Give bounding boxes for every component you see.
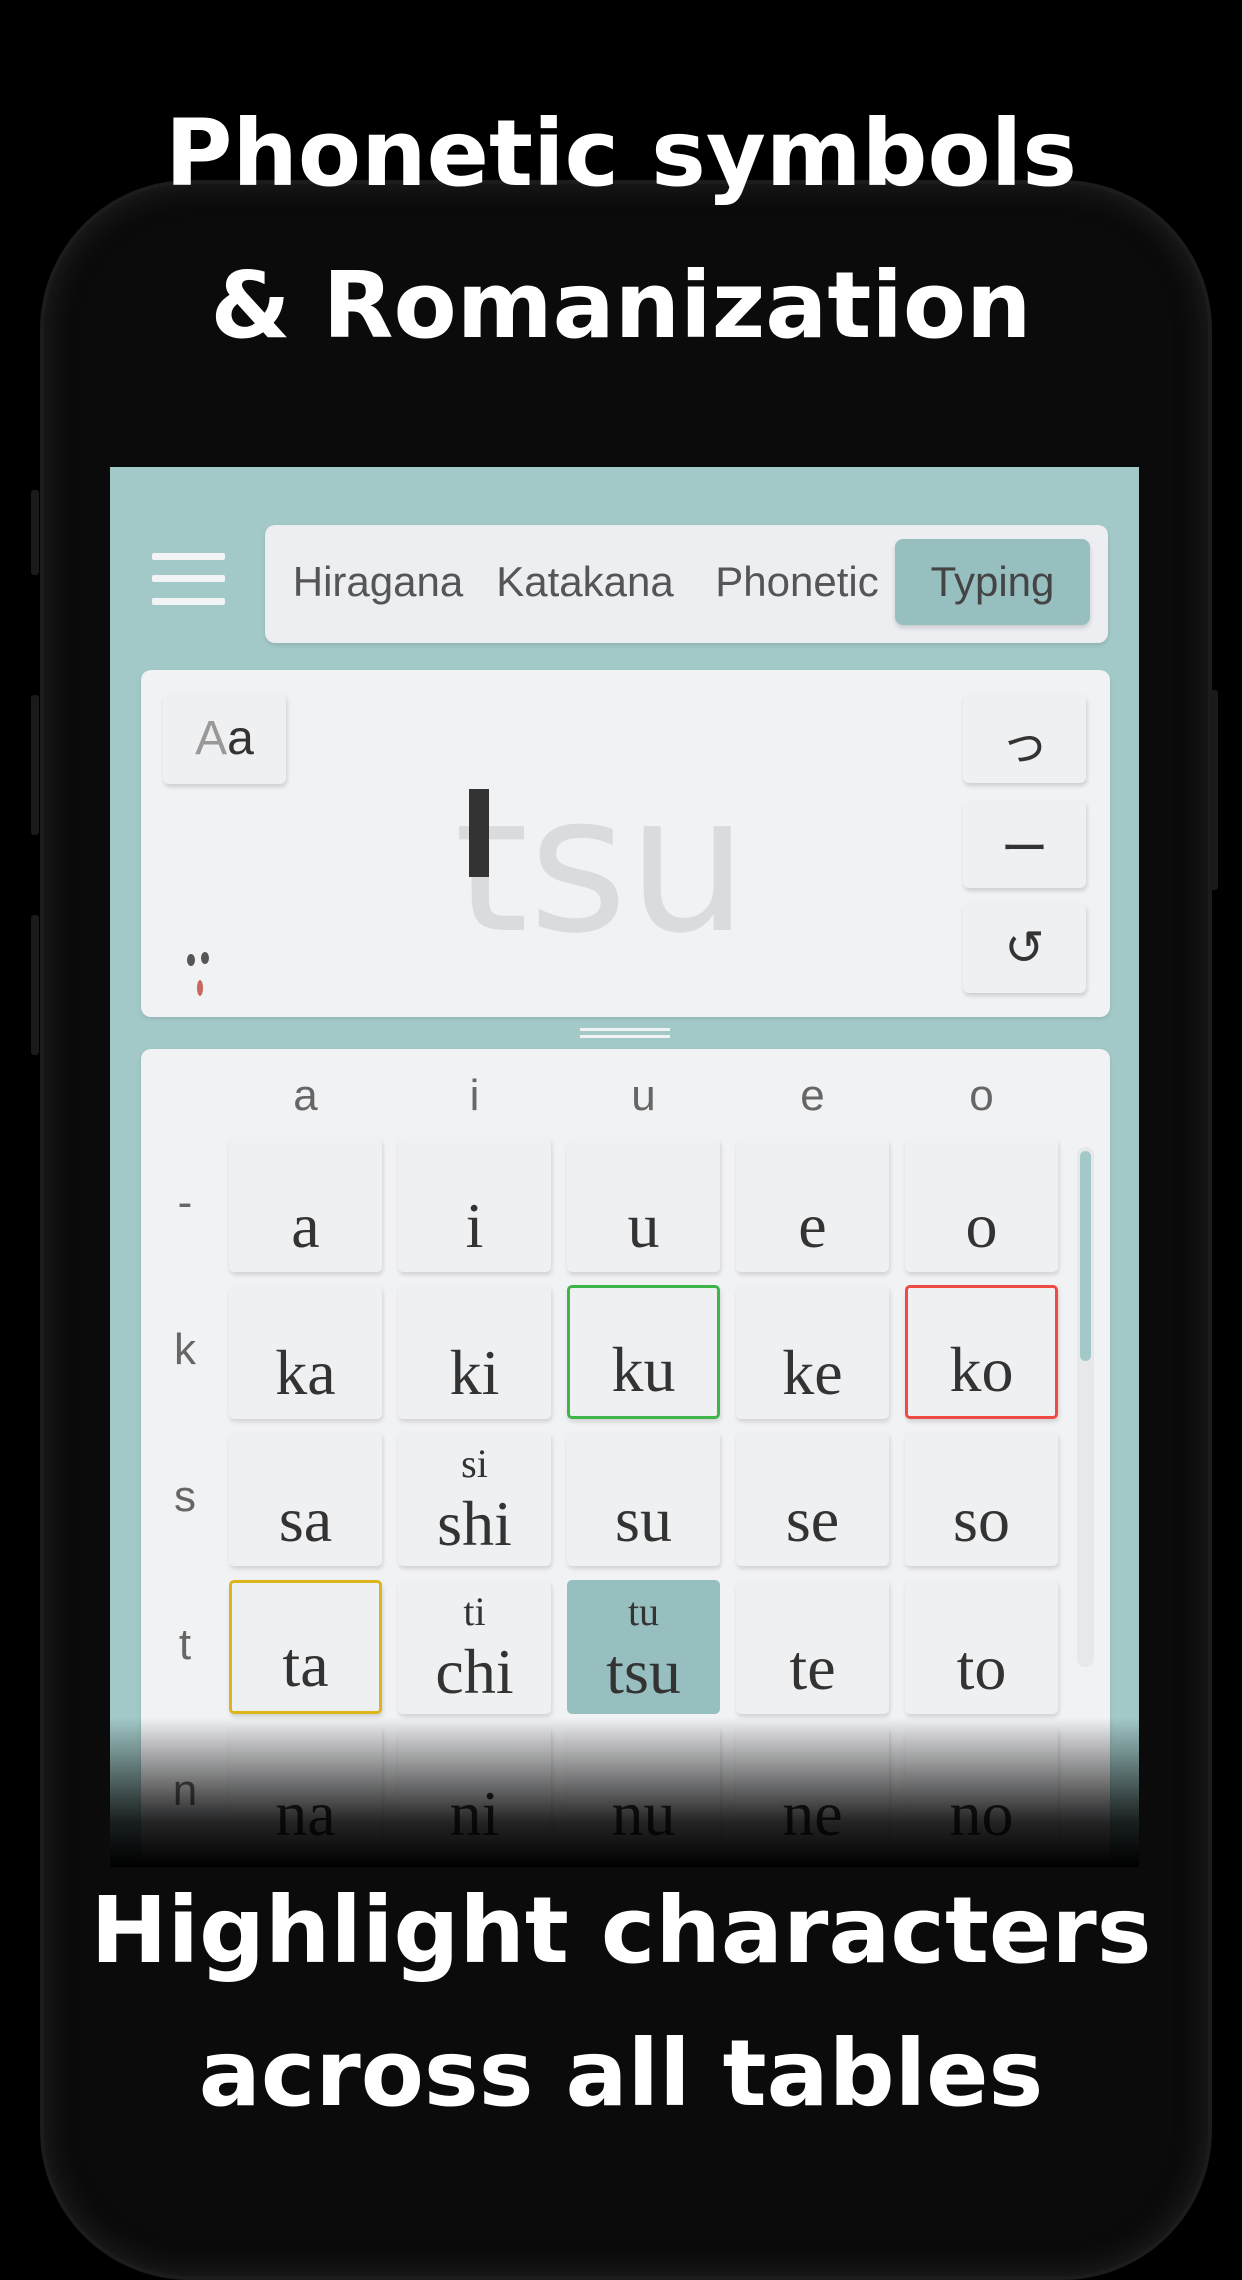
menu-icon[interactable] [152, 553, 225, 605]
column-header: e [800, 1071, 825, 1120]
cell-romaji: a [291, 1190, 320, 1261]
cell-romaji: su [615, 1484, 672, 1555]
column-header: i [469, 1071, 480, 1120]
tab-katakana[interactable]: Katakana [485, 539, 685, 625]
bottom-fade [110, 1717, 1139, 1867]
cell-romaji: ke [782, 1337, 843, 1408]
headline-bottom-1: Highlight characters [90, 1877, 1152, 1984]
cell-romaji: to [956, 1632, 1007, 1703]
cell-romaji: te [789, 1632, 836, 1703]
column-header: u [631, 1071, 656, 1120]
typed-text[interactable]: tsu [441, 770, 761, 960]
cell-romaji: ka [275, 1337, 336, 1408]
kana-cell-se[interactable]: se [736, 1432, 889, 1566]
kana-cell-ku[interactable]: ku [567, 1285, 720, 1419]
column-header: a [293, 1071, 318, 1120]
cell-romaji: sa [278, 1484, 333, 1555]
phone-side-button [1210, 690, 1218, 890]
kana-cell-ko[interactable]: ko [905, 1285, 1058, 1419]
phone-side-button [31, 490, 39, 575]
cell-romaji: u [627, 1190, 660, 1261]
kana-cell-ki[interactable]: ki [398, 1285, 551, 1419]
scrollbar[interactable] [1077, 1147, 1094, 1667]
cell-alt-romaji: tu [627, 1589, 660, 1634]
column-header: o [969, 1071, 994, 1120]
case-upper: A [195, 712, 228, 765]
text-caret [469, 789, 489, 877]
row-header: k [174, 1325, 196, 1374]
kana-label: っ [1000, 717, 1049, 771]
kana-cell-o[interactable]: o [905, 1138, 1058, 1272]
typing-panel: Aa tsu っ ー ↺ [141, 670, 1110, 1017]
headline-bottom-2: across all tables [198, 2020, 1044, 2127]
kana-cell-te[interactable]: te [736, 1580, 889, 1714]
long-vowel-button[interactable]: ー [963, 800, 1086, 888]
cell-romaji: tsu [606, 1636, 681, 1707]
kana-cell-so[interactable]: so [905, 1432, 1058, 1566]
kana-cell-tsu[interactable]: tsu tu [567, 1580, 720, 1714]
tab-phonetic[interactable]: Phonetic [697, 539, 897, 625]
scrollbar-thumb[interactable] [1080, 1151, 1091, 1361]
cell-romaji: chi [435, 1636, 514, 1707]
cell-romaji: ko [949, 1334, 1014, 1405]
mascot-icon [183, 950, 219, 1002]
tab-hiragana[interactable]: Hiragana [283, 539, 473, 625]
cell-romaji: i [465, 1190, 484, 1261]
cell-alt-romaji: si [461, 1441, 488, 1486]
kana-cell-sa[interactable]: sa [229, 1432, 382, 1566]
row-header: s [174, 1472, 196, 1521]
kana-cell-i[interactable]: i [398, 1138, 551, 1272]
cell-romaji: ta [282, 1629, 329, 1700]
phone-side-button [31, 915, 39, 1055]
phone-side-button [31, 695, 39, 835]
kana-cell-e[interactable]: e [736, 1138, 889, 1272]
headline-top-2: & Romanization [210, 252, 1032, 359]
cell-romaji: so [953, 1484, 1010, 1555]
kana-cell-a[interactable]: a [229, 1138, 382, 1272]
tab-typing[interactable]: Typing [895, 539, 1090, 625]
cell-romaji: o [965, 1190, 998, 1261]
kana-cell-chi[interactable]: chi ti [398, 1580, 551, 1714]
headline-top-1: Phonetic symbols [164, 100, 1078, 207]
tab-bar: Hiragana Katakana Phonetic Typing [265, 525, 1108, 643]
cell-romaji: e [798, 1190, 827, 1261]
kana-cell-to[interactable]: to [905, 1580, 1058, 1714]
cell-romaji: shi [437, 1488, 512, 1559]
kana-cell-shi[interactable]: shi si [398, 1432, 551, 1566]
undo-button[interactable]: ↺ [963, 903, 1086, 993]
tsu-kana-button[interactable]: っ [963, 694, 1086, 783]
case-toggle-button[interactable]: Aa [163, 693, 286, 784]
kana-cell-ke[interactable]: ke [736, 1285, 889, 1419]
undo-icon: ↺ [1004, 922, 1045, 975]
cell-romaji: ki [449, 1337, 500, 1408]
cell-romaji: se [785, 1484, 840, 1555]
dash-label: ー [1000, 823, 1049, 876]
row-header: t [178, 1620, 192, 1669]
cell-alt-romaji: ti [463, 1589, 486, 1634]
case-lower: a [227, 712, 254, 765]
cell-romaji: ku [611, 1334, 676, 1405]
kana-cell-su[interactable]: su [567, 1432, 720, 1566]
kana-cell-u[interactable]: u [567, 1138, 720, 1272]
row-header: - [177, 1178, 193, 1227]
kana-cell-ka[interactable]: ka [229, 1285, 382, 1419]
resize-handle[interactable] [580, 1028, 670, 1038]
kana-cell-ta[interactable]: ta [229, 1580, 382, 1714]
app-screen: Hiragana Katakana Phonetic Typing Aa tsu… [110, 467, 1139, 1867]
